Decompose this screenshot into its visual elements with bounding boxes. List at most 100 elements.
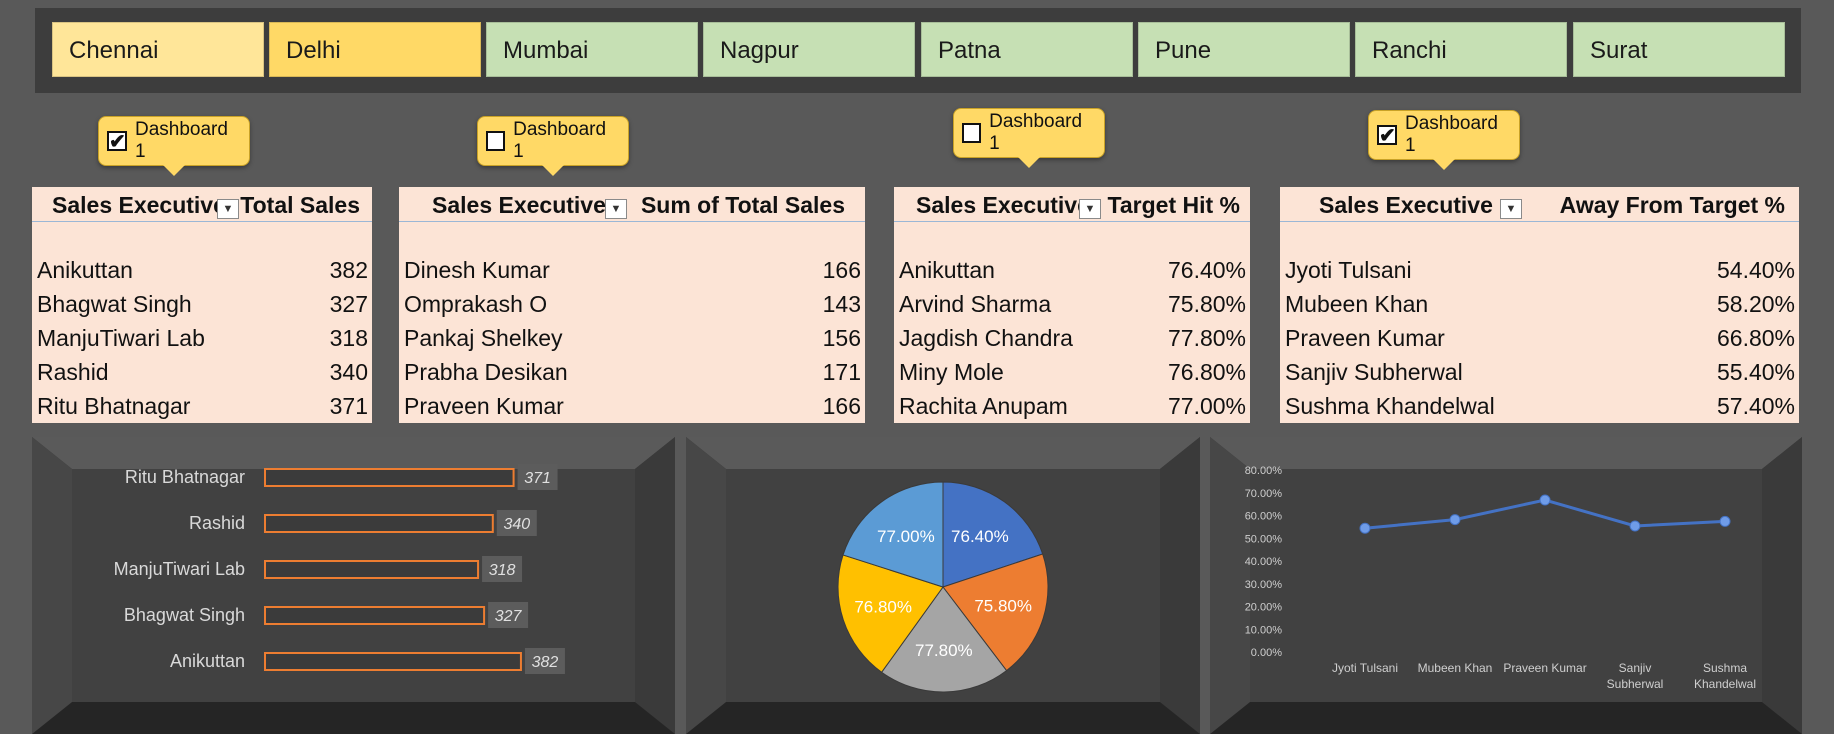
pie-data-label: 76.80% [854, 598, 912, 617]
table-row: ManjuTiwari Lab 318 [37, 325, 368, 351]
x-tick-label: Jyoti Tulsani [1332, 661, 1398, 675]
header-sales-executive: Sales Executive [52, 192, 226, 218]
x-tick-label: Sushma [1703, 661, 1747, 675]
y-tick-label: 0.00% [1251, 647, 1282, 659]
dashboard-callout-1[interactable]: ✔ Dashboard 1 [98, 116, 250, 176]
table-row: Anikuttan 76.40% [899, 257, 1246, 283]
header-target-hit: Target Hit % [1107, 192, 1240, 218]
checkbox-icon[interactable] [962, 123, 982, 143]
dashboard-callout-2[interactable]: Dashboard 1 [477, 116, 629, 176]
callout-label: Dashboard 1 [135, 119, 228, 162]
pie-data-label: 76.40% [951, 527, 1009, 546]
bar-data-label: 327 [495, 608, 523, 625]
bevel-top [1210, 437, 1802, 469]
filter-icon[interactable]: ▼ [1500, 199, 1522, 219]
header-away-from-target: Away From Target % [1559, 192, 1785, 218]
line-chart-panel[interactable]: 0.00% 10.00% 20.00% 30.00% 40.00% 50.00% 60.00… [1210, 437, 1802, 734]
pie-chart-panel[interactable]: 76.40% 75.80% 77.80% 76.80% 77.00% [686, 437, 1200, 734]
y-tick-label: 30.00% [1245, 579, 1283, 591]
table-row: Rashid 340 [37, 359, 368, 385]
bar [264, 652, 522, 671]
dashboard-callout-4[interactable]: ✔ Dashboard 1 [1368, 110, 1520, 170]
y-tick-label: 70.00% [1245, 488, 1283, 500]
pivot-header: Sales Executive ▼ Total Sales [32, 187, 372, 222]
pie-data-label: 77.00% [877, 527, 935, 546]
line-point [1539, 494, 1551, 506]
dashboard-callout-3[interactable]: Dashboard 1 [953, 108, 1105, 168]
bevel-bottom [1210, 702, 1802, 734]
table-row: Rachita Anupam 77.00% [899, 393, 1246, 419]
bevel-bottom [32, 702, 675, 734]
callout-label: Dashboard 1 [513, 119, 607, 162]
table-row: Mubeen Khan 58.20% [1285, 291, 1795, 317]
y-tick-label: 10.00% [1245, 624, 1283, 636]
table-row: Praveen Kumar 66.80% [1285, 325, 1795, 351]
pivot-header: Sales Executive ▼ Sum of Total Sales [399, 187, 865, 222]
table-row: Anikuttan 382 [37, 257, 368, 283]
table-row: Bhagwat Singh 327 [37, 291, 368, 317]
checkbox-icon[interactable]: ✔ [1377, 125, 1397, 146]
pivot-target-hit: Sales Executive ▼ Target Hit % Anikuttan… [894, 187, 1250, 423]
table-row: Pankaj Shelkey 156 [404, 325, 861, 351]
table-row: Dinesh Kumar 166 [404, 257, 861, 283]
y-tick-label: 40.00% [1245, 556, 1283, 568]
y-tick-label: 50.00% [1245, 533, 1283, 545]
bar [264, 606, 486, 625]
slicer-item-pune[interactable]: Pune [1138, 22, 1350, 77]
bar-data-label: 382 [532, 654, 559, 671]
pivot-header: Sales Executive ▼ Away From Target % [1280, 187, 1799, 222]
pivot-header: Sales Executive ▼ Target Hit % [894, 187, 1250, 222]
table-row: Jagdish Chandra 77.80% [899, 325, 1246, 351]
bar-data-label: 340 [503, 516, 530, 533]
bevel-left [686, 437, 726, 734]
bar-chart: Ritu Bhatnagar 371 Rashid 340 ManjuTiwari La… [32, 437, 675, 734]
slicer-item-mumbai[interactable]: Mumbai [486, 22, 698, 77]
x-tick-label: Subherwal [1607, 677, 1664, 691]
bar-chart-panel[interactable]: Ritu Bhatnagar 371 Rashid 340 ManjuTiwari La… [32, 437, 675, 734]
bevel-right [635, 437, 675, 734]
bevel-right [1762, 437, 1802, 734]
slicer-item-chennai[interactable]: Chennai [52, 22, 264, 77]
bar-category-label: Anikuttan [170, 651, 245, 671]
slicer-item-surat[interactable]: Surat [1573, 22, 1785, 77]
bevel-right [1160, 437, 1200, 734]
line-point [1449, 514, 1461, 526]
table-row: Ritu Bhatnagar 371 [37, 393, 368, 419]
callout-label: Dashboard 1 [1405, 113, 1498, 156]
bar [264, 468, 515, 487]
bevel-left [32, 437, 72, 734]
x-tick-label: Praveen Kumar [1503, 661, 1586, 675]
bar [264, 514, 494, 533]
table-row: Jyoti Tulsani 54.40% [1285, 257, 1795, 283]
checkbox-icon[interactable] [486, 131, 506, 151]
slicer-item-ranchi[interactable]: Ranchi [1355, 22, 1567, 77]
bar-data-label: 371 [524, 470, 551, 487]
header-total-sales: Total Sales [240, 192, 360, 218]
header-sales-executive: Sales Executive [432, 192, 606, 218]
pivot-total-sales: Sales Executive ▼ Total Sales Anikuttan 3… [32, 187, 372, 423]
header-sum-total-sales: Sum of Total Sales [640, 192, 845, 218]
x-tick-label: Sanjiv [1619, 661, 1652, 675]
checkbox-icon[interactable]: ✔ [107, 131, 127, 152]
header-sales-executive: Sales Executive [916, 192, 1090, 218]
y-tick-label: 20.00% [1245, 602, 1283, 614]
line-point [1719, 515, 1731, 527]
filter-icon[interactable]: ▼ [217, 199, 239, 219]
line-point [1629, 520, 1641, 532]
y-tick-label: 60.00% [1245, 511, 1283, 523]
bevel-top [686, 437, 1200, 469]
slicer-item-nagpur[interactable]: Nagpur [703, 22, 915, 77]
y-tick-label: 80.00% [1245, 465, 1283, 477]
pie-data-label: 77.80% [915, 641, 973, 660]
bar-category-label: Rashid [189, 513, 245, 533]
bevel-bottom [686, 702, 1200, 734]
slicer-item-delhi[interactable]: Delhi [269, 22, 481, 77]
table-row: Praveen Kumar 166 [404, 393, 861, 419]
slicer-item-patna[interactable]: Patna [921, 22, 1133, 77]
callout-label: Dashboard 1 [989, 111, 1083, 154]
table-row: Sushma Khandelwal 57.40% [1285, 393, 1795, 419]
filter-icon[interactable]: ▼ [605, 199, 627, 219]
table-row: Miny Mole 76.80% [899, 359, 1246, 385]
x-tick-label: Mubeen Khan [1418, 661, 1493, 675]
filter-icon[interactable]: ▼ [1079, 199, 1101, 219]
